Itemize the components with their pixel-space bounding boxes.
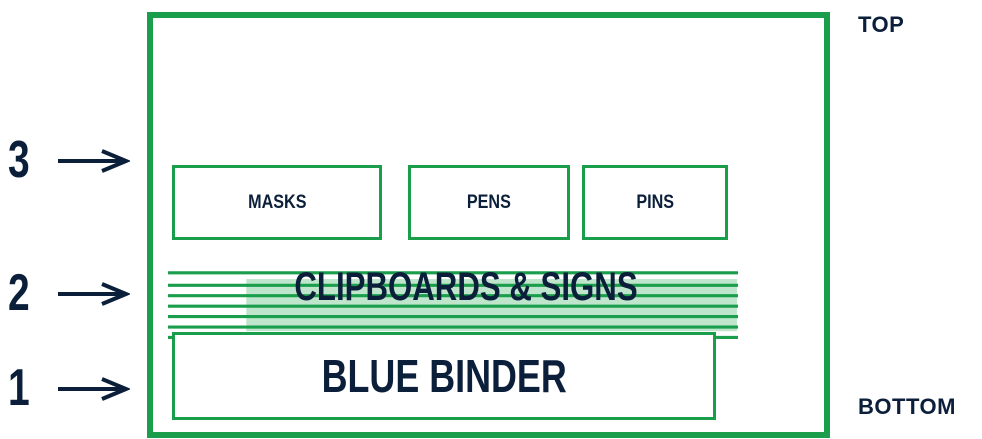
layer-1-indicator: 1: [0, 358, 140, 418]
blue-binder-label: BLUE BINDER: [321, 350, 567, 402]
layer-3-number: 3: [8, 131, 30, 189]
layer-1-number: 1: [8, 359, 30, 417]
arrow-right-icon: [58, 149, 130, 173]
blue-binder-box: BLUE BINDER: [172, 332, 716, 420]
layer-2-indicator: 2: [0, 263, 140, 323]
arrow-right-icon: [58, 377, 130, 401]
pins-box: PINS: [582, 165, 728, 240]
clipboards-label: CLIPBOARDS & SIGNS: [294, 264, 638, 309]
pins-label: PINS: [636, 191, 674, 213]
clipboards-label-area: CLIPBOARDS & SIGNS: [244, 263, 688, 311]
masks-label: MASKS: [247, 191, 307, 213]
pens-label: PENS: [467, 191, 511, 213]
top-label: TOP: [858, 12, 905, 37]
layer-2-number: 2: [8, 264, 30, 322]
bottom-label: BOTTOM: [858, 394, 956, 419]
layer-3-indicator: 3: [0, 130, 140, 190]
arrow-right-icon: [58, 282, 130, 306]
masks-box: MASKS: [172, 165, 382, 240]
pens-box: PENS: [408, 165, 570, 240]
